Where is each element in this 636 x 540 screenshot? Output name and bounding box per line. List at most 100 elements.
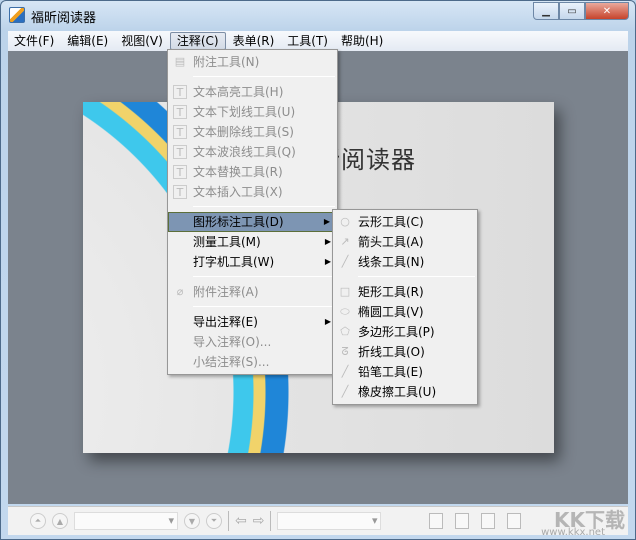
text-underline-icon: T (173, 105, 187, 119)
submenu-arrow-icon: ▶ (324, 237, 331, 246)
menu-item-label: 文本删除线工具(S) (193, 125, 294, 139)
menu-item[interactable]: ○ 云形工具(C) (333, 212, 477, 232)
menu-item[interactable]: T 文本替换工具(R) (168, 162, 337, 182)
menu-1[interactable]: 编辑(E) (61, 32, 114, 50)
menu-item-label: 橡皮擦工具(U) (358, 385, 437, 399)
arrow-icon: ↗ (340, 235, 350, 248)
menu-item[interactable]: T 文本插入工具(X) (168, 182, 337, 202)
window-title: 福昕阅读器 (31, 11, 97, 26)
eraser-icon: ╱ (341, 385, 349, 398)
menu-item-label: 文本插入工具(X) (193, 185, 283, 199)
menu-item-label: 测量工具(M) (193, 235, 261, 249)
menu-item-label: 打字机工具(W) (193, 255, 275, 269)
note-icon: ▤ (174, 55, 186, 68)
polygon-icon: ⬠ (340, 325, 350, 338)
polyline-icon: ᘔ (341, 345, 349, 358)
line-icon: ╱ (341, 255, 349, 268)
menu-item-label: 导出注释(E) (193, 315, 258, 329)
menu-item[interactable]: T 文本高亮工具(H) (168, 82, 337, 102)
cloud-icon: ○ (340, 215, 350, 228)
menu-item-label: 折线工具(O) (358, 345, 425, 359)
menu-item[interactable]: ╱ 铅笔工具(E) (333, 362, 477, 382)
menu-5[interactable]: 工具(T) (281, 32, 334, 50)
facing-view-icon[interactable] (481, 513, 496, 529)
page-number-input[interactable] (74, 512, 178, 530)
annotation-menu: ▤ 附注工具(N) T 文本高亮工具(H) T 文本下划线工具(U) T 文本删除线工具(S)… (167, 49, 338, 375)
next-page-button[interactable]: ▼ (184, 513, 200, 529)
menu-separator (193, 76, 335, 77)
menu-item[interactable]: 导出注释(E) ▶ (168, 312, 337, 332)
menu-item[interactable]: ⬭ 椭圆工具(V) (333, 302, 477, 322)
text-insert-icon: T (173, 185, 187, 199)
menu-item-label: 图形标注工具(D) (193, 215, 284, 229)
zoom-combo[interactable] (277, 512, 382, 530)
last-page-button[interactable]: ⏷ (206, 513, 222, 529)
menu-item[interactable]: 图形标注工具(D) ▶ (168, 212, 337, 232)
menu-item-label: 线条工具(N) (358, 255, 425, 269)
menu-item[interactable]: 测量工具(M) ▶ (168, 232, 337, 252)
single-page-view-icon[interactable] (429, 513, 444, 529)
menu-item[interactable]: T 文本下划线工具(U) (168, 102, 337, 122)
menu-item[interactable]: □ 矩形工具(R) (333, 282, 477, 302)
bottom-toolbar: ⏶ ▲ ▼ ⏷ ⇦ ⇨ (8, 506, 628, 535)
menu-item[interactable]: ↗ 箭头工具(A) (333, 232, 477, 252)
minimize-button[interactable]: ▁ (533, 2, 559, 20)
menu-item[interactable]: ᘔ 折线工具(O) (333, 342, 477, 362)
menu-item[interactable]: ⌀ 附件注释(A) (168, 282, 337, 302)
menu-item[interactable]: 打字机工具(W) ▶ (168, 252, 337, 272)
menu-4[interactable]: 表单(R) (227, 32, 281, 50)
continuous-facing-view-icon[interactable] (507, 513, 522, 529)
menu-item-label: 文本下划线工具(U) (193, 105, 296, 119)
menu-item[interactable]: 导入注释(O)... (168, 332, 337, 352)
submenu-arrow-icon: ▶ (324, 317, 331, 326)
menu-item-label: 小结注释(S)... (193, 355, 270, 369)
first-page-button[interactable]: ⏶ (30, 513, 46, 529)
menu-3[interactable]: 注释(C) (169, 32, 226, 50)
toolbar-separator (228, 511, 229, 531)
continuous-view-icon[interactable] (455, 513, 470, 529)
text-squiggly-icon: T (173, 145, 187, 159)
menu-item[interactable]: ╱ 线条工具(N) (333, 252, 477, 272)
submenu-arrow-icon: ▶ (323, 217, 330, 226)
forward-arrow-icon[interactable]: ⇨ (253, 513, 265, 529)
menu-item-label: 文本波浪线工具(Q) (193, 145, 296, 159)
menu-separator (193, 306, 335, 307)
submenu-arrow-icon: ▶ (324, 257, 331, 266)
text-highlight-icon: T (173, 85, 187, 99)
menu-item-label: 多边形工具(P) (358, 325, 435, 339)
menu-separator (358, 276, 475, 277)
prev-page-button[interactable]: ▲ (52, 513, 68, 529)
pencil-icon: ╱ (341, 365, 349, 378)
menu-item-label: 铅笔工具(E) (358, 365, 423, 379)
text-replace-icon: T (173, 165, 187, 179)
close-button[interactable]: ✕ (585, 2, 629, 20)
menu-2[interactable]: 视图(V) (115, 32, 169, 50)
maximize-button[interactable]: ▭ (559, 2, 585, 20)
toolbar-separator (270, 511, 272, 531)
menu-item-label: 矩形工具(R) (358, 285, 424, 299)
drawing-markup-submenu: ○ 云形工具(C) ↗ 箭头工具(A) ╱ 线条工具(N) □ 矩形工具(R) ⬭ 椭圆工具(V)… (332, 209, 478, 405)
menu-item[interactable]: ╱ 橡皮擦工具(U) (333, 382, 477, 402)
title-bar: 福昕阅读器 ▁ ▭ ✕ (1, 1, 635, 29)
menu-item-label: 箭头工具(A) (358, 235, 424, 249)
menu-item[interactable]: T 文本波浪线工具(Q) (168, 142, 337, 162)
menu-item[interactable]: T 文本删除线工具(S) (168, 122, 337, 142)
menu-item-label: 附件注释(A) (193, 285, 259, 299)
ellipse-icon: ⬭ (340, 305, 350, 318)
menu-item-label: 文本替换工具(R) (193, 165, 283, 179)
paperclip-icon: ⌀ (176, 285, 184, 298)
text-strikeout-icon: T (173, 125, 187, 139)
menu-6[interactable]: 帮助(H) (335, 32, 389, 50)
menu-item-label: 椭圆工具(V) (358, 305, 424, 319)
menu-item-label: 导入注释(O)... (193, 335, 272, 349)
back-arrow-icon[interactable]: ⇦ (235, 513, 247, 529)
menu-item[interactable]: ▤ 附注工具(N) (168, 52, 337, 72)
menu-separator (193, 276, 335, 277)
menu-item[interactable]: ⬠ 多边形工具(P) (333, 322, 477, 342)
menu-item-label: 云形工具(C) (358, 215, 424, 229)
app-logo-icon (9, 7, 25, 23)
menu-item-label: 附注工具(N) (193, 55, 260, 69)
menu-bar: 文件(F) 编辑(E) 视图(V) 注释(C) 表单(R) 工具(T) 帮助(H) (8, 31, 628, 51)
menu-0[interactable]: 文件(F) (8, 32, 60, 50)
menu-item[interactable]: 小结注释(S)... (168, 352, 337, 372)
